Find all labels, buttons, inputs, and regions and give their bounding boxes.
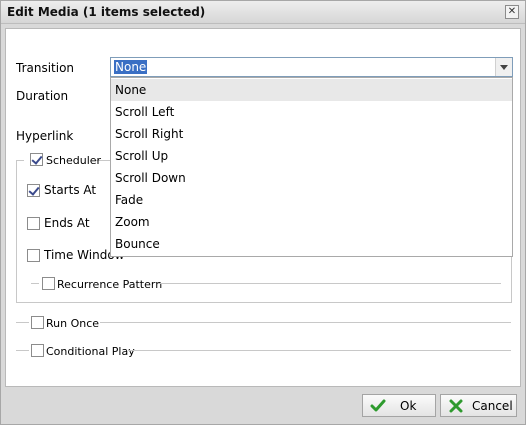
- hyperlink-label: Hyperlink: [16, 129, 74, 143]
- time-window-checkbox[interactable]: [27, 249, 40, 262]
- chevron-down-icon[interactable]: [495, 58, 512, 76]
- run-once-label: Run Once: [46, 317, 100, 330]
- conditional-play-checkbox[interactable]: [31, 344, 44, 357]
- scheduler-frame-left: [16, 160, 17, 303]
- transition-option[interactable]: Scroll Down: [111, 167, 512, 189]
- run-once-line-right: [100, 322, 511, 323]
- check-icon: [370, 399, 386, 412]
- transition-label: Transition: [16, 61, 75, 75]
- title-bar[interactable]: Edit Media (1 items selected) ✕: [1, 1, 525, 24]
- scheduler-label: Scheduler: [46, 154, 102, 167]
- transition-option[interactable]: Fade: [111, 189, 512, 211]
- conditional-play-line-right: [128, 350, 511, 351]
- ends-at-checkbox[interactable]: [27, 217, 40, 230]
- ok-button-label: Ok: [400, 399, 417, 413]
- transition-select-value: None: [114, 60, 148, 74]
- cross-icon: [449, 399, 463, 413]
- scheduler-checkbox[interactable]: [30, 153, 43, 166]
- edit-media-dialog: Edit Media (1 items selected) ✕ Transiti…: [0, 0, 526, 425]
- close-icon: ✕: [507, 6, 517, 17]
- run-once-line-left: [16, 322, 29, 323]
- transition-option[interactable]: Zoom: [111, 211, 512, 233]
- conditional-play-label: Conditional Play: [46, 345, 135, 358]
- dialog-title: Edit Media (1 items selected): [7, 5, 206, 19]
- ends-at-label: Ends At: [44, 216, 90, 230]
- recurrence-line-left: [31, 283, 39, 284]
- scheduler-frame-top-left: [16, 160, 24, 161]
- transition-select[interactable]: None: [110, 57, 513, 77]
- scheduler-frame-bottom: [16, 302, 512, 303]
- cancel-button-label: Cancel: [472, 399, 513, 413]
- recurrence-label: Recurrence Pattern: [57, 278, 163, 291]
- transition-option[interactable]: None: [111, 79, 512, 101]
- starts-at-label: Starts At: [44, 183, 97, 197]
- recurrence-line-right: [158, 283, 501, 284]
- ok-button[interactable]: Ok: [362, 394, 436, 417]
- transition-option[interactable]: Scroll Left: [111, 101, 512, 123]
- transition-option[interactable]: Scroll Right: [111, 123, 512, 145]
- run-once-checkbox[interactable]: [31, 316, 44, 329]
- recurrence-checkbox[interactable]: [42, 277, 55, 290]
- cancel-button[interactable]: Cancel: [440, 394, 517, 417]
- transition-dropdown-list: None Scroll Left Scroll Right Scroll Up Scro…: [110, 77, 513, 257]
- starts-at-checkbox[interactable]: [27, 184, 40, 197]
- conditional-play-line-left: [16, 350, 29, 351]
- duration-label: Duration: [16, 89, 69, 103]
- transition-option[interactable]: Bounce: [111, 233, 512, 255]
- transition-option[interactable]: Scroll Up: [111, 145, 512, 167]
- close-button[interactable]: ✕: [505, 5, 519, 19]
